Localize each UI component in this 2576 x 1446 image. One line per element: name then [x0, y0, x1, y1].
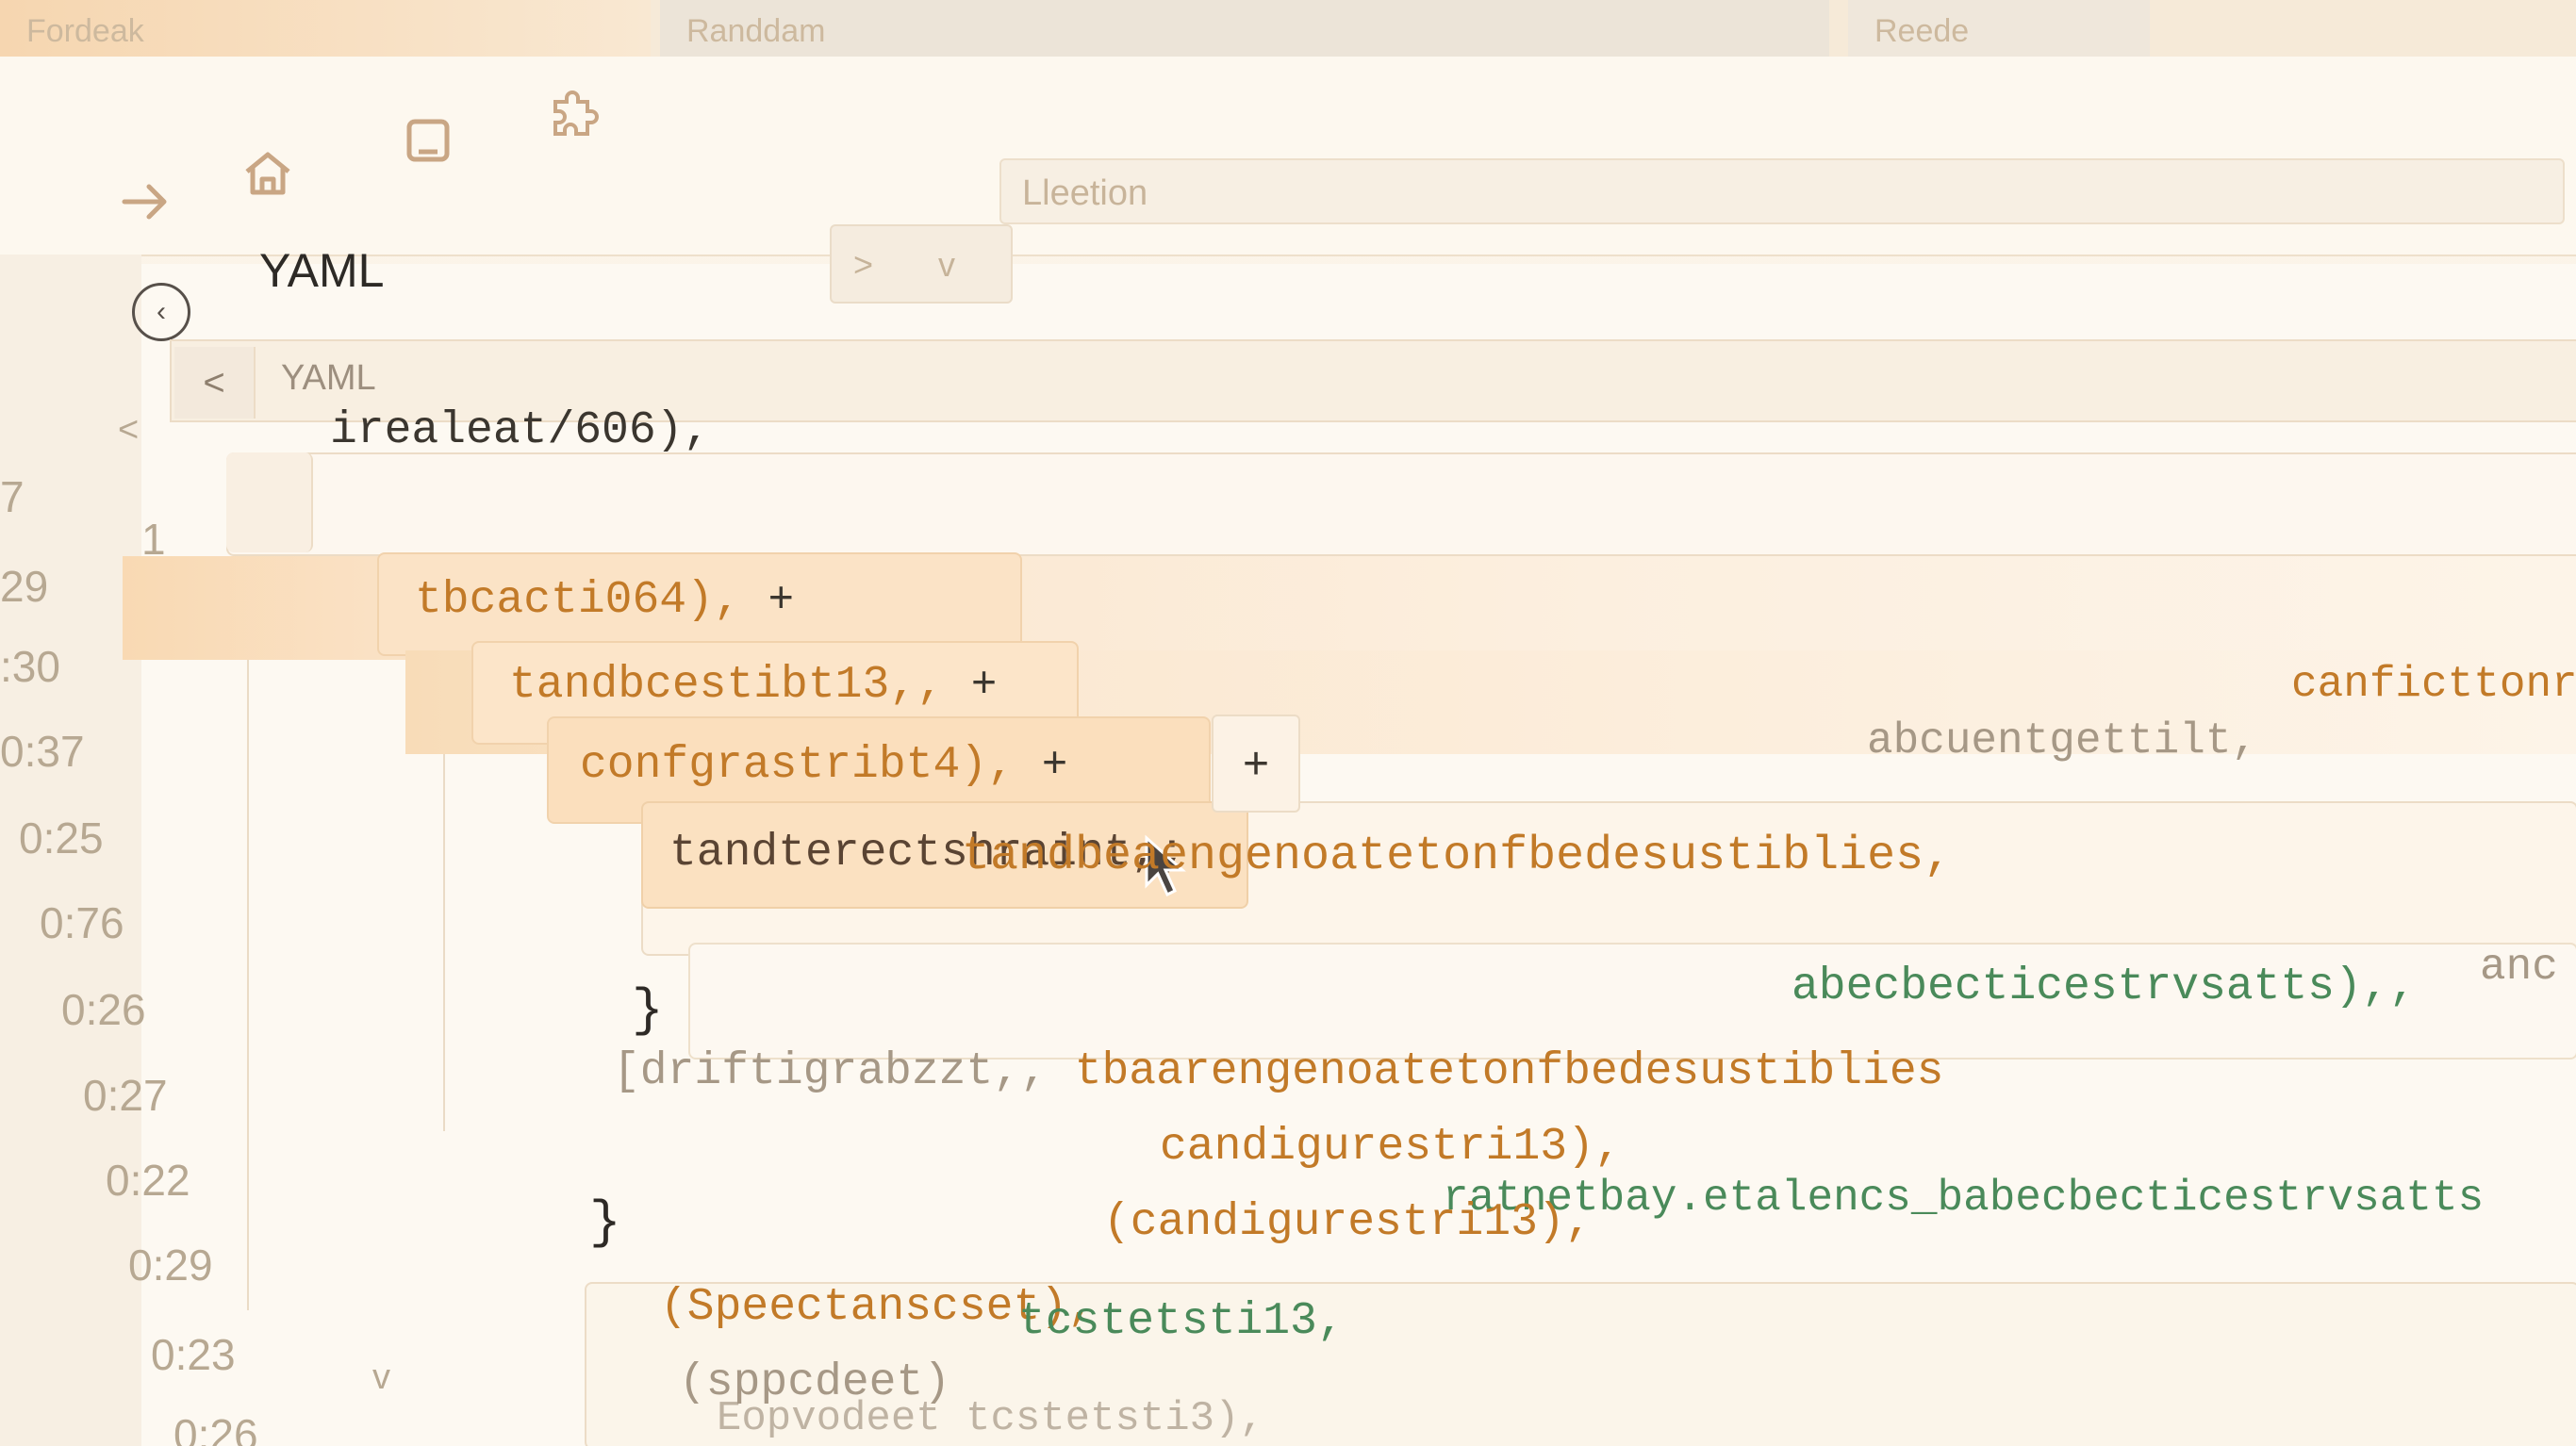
code-line[interactable]: tandbcestibt13,, + [509, 660, 997, 711]
code-line[interactable]: candigurestri13), [1160, 1122, 1622, 1173]
code-line[interactable]: confgrastribt4), + [580, 740, 1067, 791]
closing-brace: } [589, 1192, 621, 1253]
code-token[interactable]: abcuentgettilt, [1867, 716, 2257, 765]
code-line[interactable]: [driftigrabzzt,, tbaarengenoatetonfbedes… [613, 1046, 1943, 1097]
indent-guide [247, 556, 249, 1310]
browser-toolbar [0, 57, 2576, 256]
line-number: 0:23 [151, 1330, 236, 1379]
add-icon[interactable]: + [1042, 741, 1068, 790]
forward-arrow-icon[interactable] [104, 160, 187, 243]
expand-chevron-icon[interactable]: v [372, 1357, 390, 1398]
home-icon[interactable] [226, 132, 309, 215]
code-line[interactable]: tandbeaengenoatetonfbedesustiblies, [962, 830, 1952, 883]
line-number: 0:26 [173, 1410, 258, 1446]
code-line[interactable]: Eopvodeet tcstetsti3), [717, 1395, 1264, 1442]
code-line[interactable]: (candigurestri13), [1103, 1197, 1592, 1248]
code-text: tbcacti064), [415, 575, 741, 626]
code-text: confgrastribt4), [580, 740, 1015, 791]
line-number: 7 [0, 472, 25, 521]
code-token[interactable]: canficttonr [2291, 660, 2576, 709]
code-token[interactable]: tcstetsti13, [1018, 1296, 1345, 1347]
code-token[interactable]: ratnetbay.etalencs_babecbecticestrvsatts [1443, 1174, 2484, 1223]
address-text: Lleetion [1022, 173, 1148, 213]
line-number: 29 [0, 562, 49, 611]
tab-label: Randdam [686, 13, 826, 49]
back-circle-button[interactable]: ‹ [132, 283, 190, 341]
code-token[interactable]: anc [2480, 943, 2558, 992]
collapse-chevron-icon[interactable]: < [118, 410, 139, 451]
tab-label: Reede [1874, 13, 1970, 49]
line-number: 0:37 [0, 727, 85, 776]
add-icon[interactable]: + [768, 576, 794, 625]
tab-label: Fordeak [26, 13, 144, 49]
add-icon[interactable]: + [971, 661, 998, 710]
breadcrumb-label: YAML [281, 358, 376, 398]
line-number: :30 [0, 642, 60, 691]
scene: Fordeak Randdam Reede Lleetion ‹ YAML > … [0, 0, 2576, 1446]
closing-brace: } [632, 980, 664, 1041]
chevron-down-icon: v [938, 245, 955, 284]
code-token: [driftigrabzzt,, [613, 1046, 1048, 1097]
code-token: tbaarengenoatetonfbedesustiblies [1074, 1046, 1944, 1097]
page-title: YAML [259, 244, 385, 297]
extension-icon[interactable] [533, 75, 616, 158]
code-line[interactable]: tbcacti064), + [415, 575, 794, 626]
code-text: tandbcestibt13,, [509, 660, 944, 711]
code-block [226, 452, 2576, 556]
code-block-gutter [226, 452, 313, 552]
dropdown-arrow-icon: > [853, 245, 874, 284]
back-circle-icon: ‹ [157, 296, 166, 327]
line-number: 0:27 [83, 1071, 168, 1120]
line-number: 0:76 [40, 898, 124, 947]
breadcrumb-back-button[interactable]: < [174, 347, 256, 419]
window-icon[interactable] [387, 99, 470, 182]
code-token[interactable]: abecbecticestrvsatts),, [1792, 961, 2417, 1012]
line-number: 0:25 [19, 813, 104, 863]
line-number: 0:26 [61, 985, 146, 1034]
line-number: 0:29 [128, 1241, 213, 1290]
line-number: 0:22 [106, 1156, 190, 1205]
add-line-button[interactable]: + [1212, 715, 1300, 813]
code-line[interactable]: irealeat/606), [330, 405, 710, 456]
address-field[interactable]: Lleetion [999, 158, 2565, 224]
